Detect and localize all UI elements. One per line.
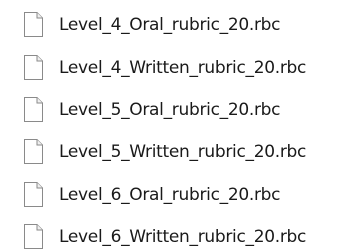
- file-name: Level_6_Oral_rubric_20.rbc: [59, 185, 281, 205]
- file-name: Level_5_Written_rubric_20.rbc: [59, 142, 307, 162]
- file-name: Level_6_Written_rubric_20.rbc: [59, 227, 307, 247]
- blank-file-icon: [24, 97, 43, 122]
- blank-file-icon: [24, 182, 43, 207]
- file-item[interactable]: Level_4_Oral_rubric_20.rbc: [0, 8, 364, 48]
- file-name: Level_4_Oral_rubric_20.rbc: [59, 15, 281, 35]
- file-item[interactable]: Level_4_Written_rubric_20.rbc: [0, 51, 364, 91]
- file-item[interactable]: Level_6_Oral_rubric_20.rbc: [0, 178, 364, 218]
- file-name: Level_5_Oral_rubric_20.rbc: [59, 100, 281, 120]
- blank-file-icon: [24, 55, 43, 80]
- file-item[interactable]: Level_5_Written_rubric_20.rbc: [0, 135, 364, 175]
- file-item[interactable]: Level_6_Written_rubric_20.rbc: [0, 220, 364, 251]
- blank-file-icon: [24, 224, 43, 249]
- file-list: Level_4_Oral_rubric_20.rbc Level_4_Writt…: [0, 0, 364, 251]
- file-item[interactable]: Level_5_Oral_rubric_20.rbc: [0, 93, 364, 133]
- blank-file-icon: [24, 12, 43, 37]
- file-name: Level_4_Written_rubric_20.rbc: [59, 58, 307, 78]
- blank-file-icon: [24, 139, 43, 164]
